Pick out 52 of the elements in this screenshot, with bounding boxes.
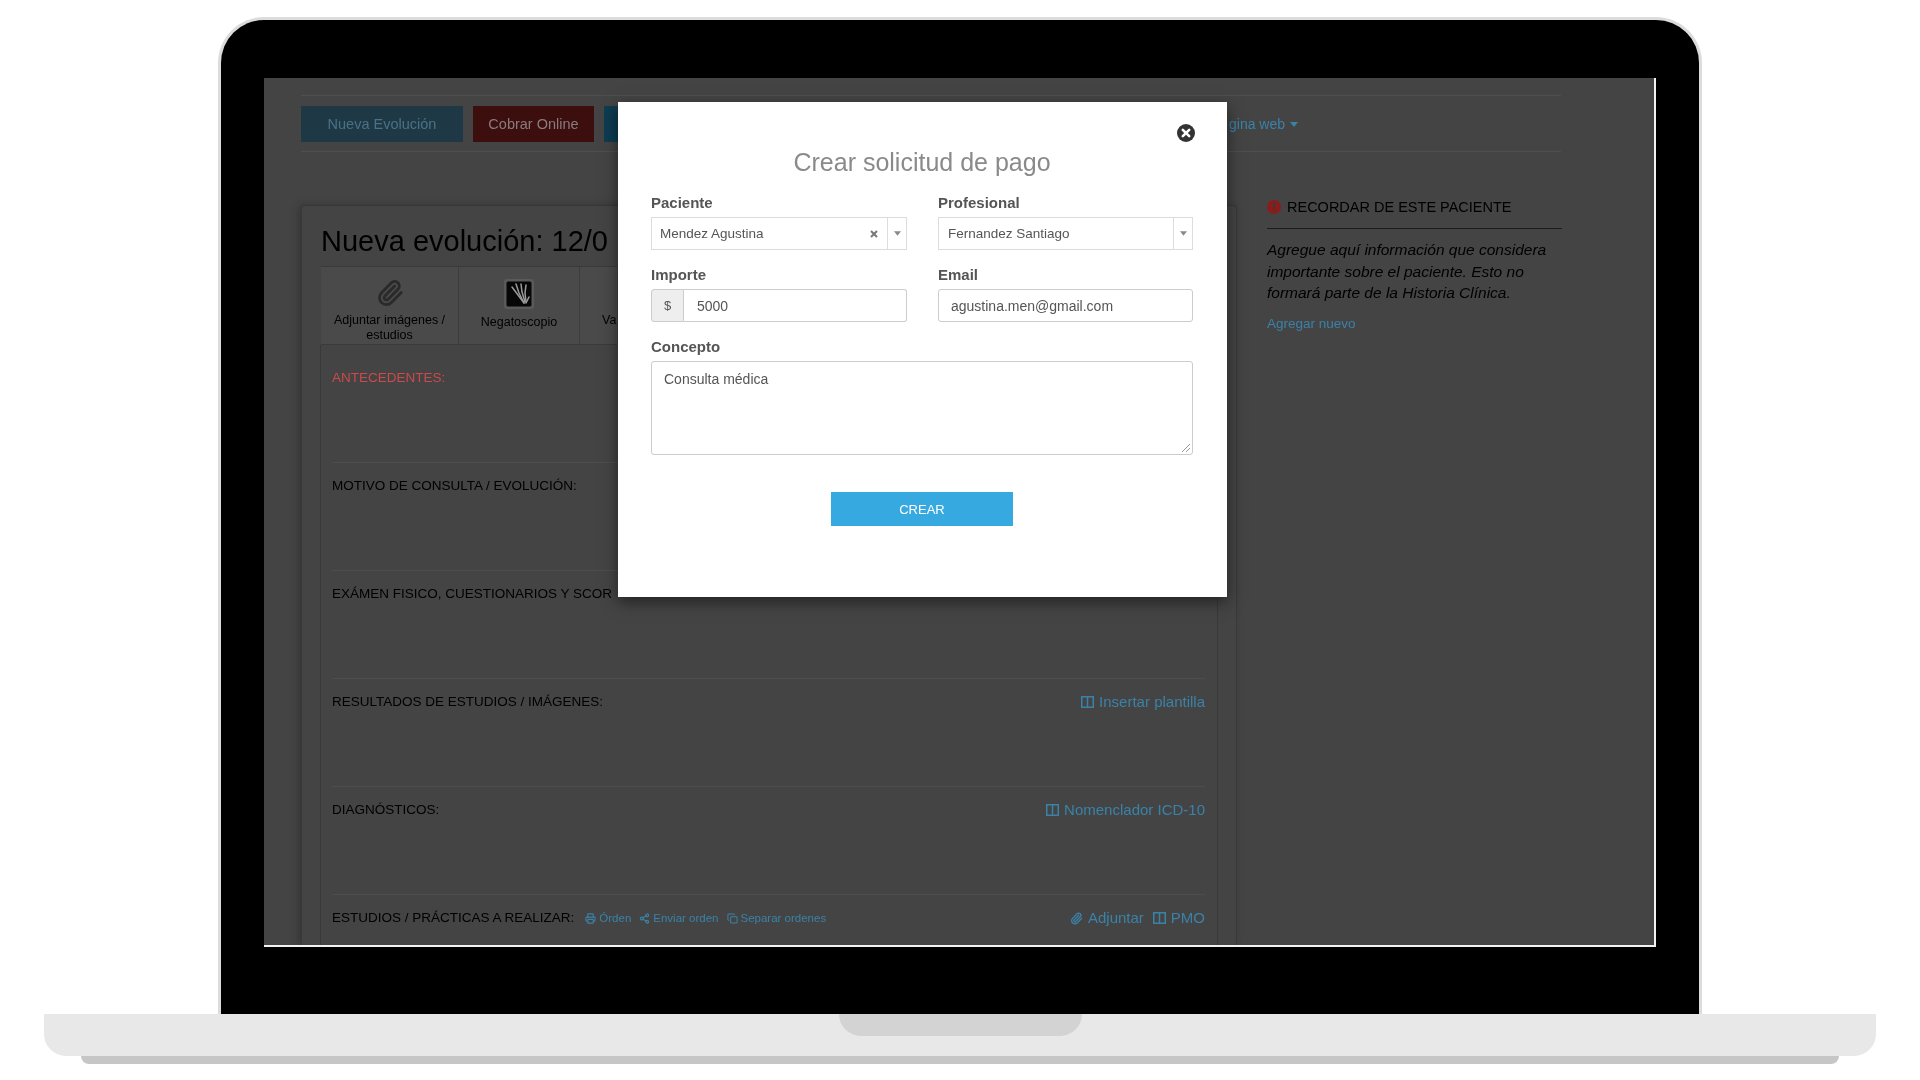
section-heading: MOTIVO DE CONSULTA / EVOLUCIÓN: (332, 478, 577, 494)
currency-addon: $ (651, 289, 684, 322)
share-icon (639, 912, 651, 924)
printer-icon (585, 912, 597, 924)
field-label: Email (938, 266, 979, 284)
text-link[interactable]: Agregar nuevo (1267, 314, 1356, 333)
input-field[interactable]: 5000 (684, 289, 907, 322)
field-label: Concepto (651, 338, 721, 356)
xray-hand-icon (504, 279, 534, 309)
select-field[interactable]: Fernandez Santiago (938, 217, 1193, 250)
columns-icon (1152, 912, 1166, 924)
text-link[interactable]: Órden (585, 911, 632, 925)
copy-icon (726, 912, 738, 924)
text-link[interactable]: Nomenclador ICD-10 (1046, 802, 1205, 818)
clear-icon[interactable] (870, 229, 878, 238)
dialog-title: Crear solicitud de pago (793, 147, 1051, 177)
textarea-field[interactable]: Consulta médica (651, 361, 1193, 455)
submit-button[interactable]: CREAR (831, 492, 1013, 526)
columns-icon (1081, 696, 1095, 708)
caret-icon (893, 231, 901, 236)
paperclip-icon (375, 279, 404, 307)
tool-button[interactable]: Va (580, 267, 617, 344)
input-field[interactable]: agustina.men@gmail.com (938, 289, 1193, 322)
section-heading: ESTUDIOS / PRÁCTICAS A REALIZAR: (332, 910, 575, 926)
select-field[interactable]: Mendez Agustina (651, 217, 907, 250)
tool-button[interactable]: Negatoscopio (459, 267, 580, 344)
note-text: Agregue aquí información que considera importante sobre el paciente. Esto no formará parte de la Historia Clínica. (1267, 240, 1548, 303)
resize-grip-icon[interactable] (1181, 443, 1190, 452)
section-heading: ANTECEDENTES: (332, 370, 446, 386)
paperclip-icon (1069, 911, 1083, 925)
caret-icon (1179, 231, 1187, 236)
text-link[interactable]: Insertar plantilla (1081, 694, 1205, 710)
columns-icon (1046, 804, 1060, 816)
toolbar-button[interactable]: Nueva Evolución (301, 106, 463, 142)
field-label: Profesional (938, 194, 1020, 212)
field-label: Paciente (651, 194, 713, 212)
section-heading: EXÁMEN FISICO, CUESTIONARIOS Y SCOR (332, 586, 613, 602)
tool-button[interactable]: Adjuntar imágenes / estudios (321, 267, 459, 344)
text-link[interactable]: PMO (1152, 910, 1205, 926)
section-heading: RESULTADOS DE ESTUDIOS / IMÁGENES: (332, 694, 604, 710)
field-label: Importe (651, 266, 706, 284)
caret-icon (1290, 121, 1299, 127)
page-title: Nueva evolución: 12/0 (321, 224, 608, 258)
dropdown-link[interactable]: gina web (1229, 115, 1299, 133)
text-link[interactable]: Enviar orden (639, 911, 719, 925)
text-link[interactable]: Separar ordenes (726, 911, 827, 925)
sidebar-heading: RECORDAR DE ESTE PACIENTE (1287, 198, 1512, 217)
alert-icon (1267, 200, 1281, 214)
section-heading: DIAGNÓSTICOS: (332, 802, 440, 818)
close-icon[interactable] (1177, 124, 1195, 142)
toolbar-button[interactable]: Cobrar Online (473, 106, 594, 142)
text-link[interactable]: Adjuntar (1069, 910, 1144, 926)
